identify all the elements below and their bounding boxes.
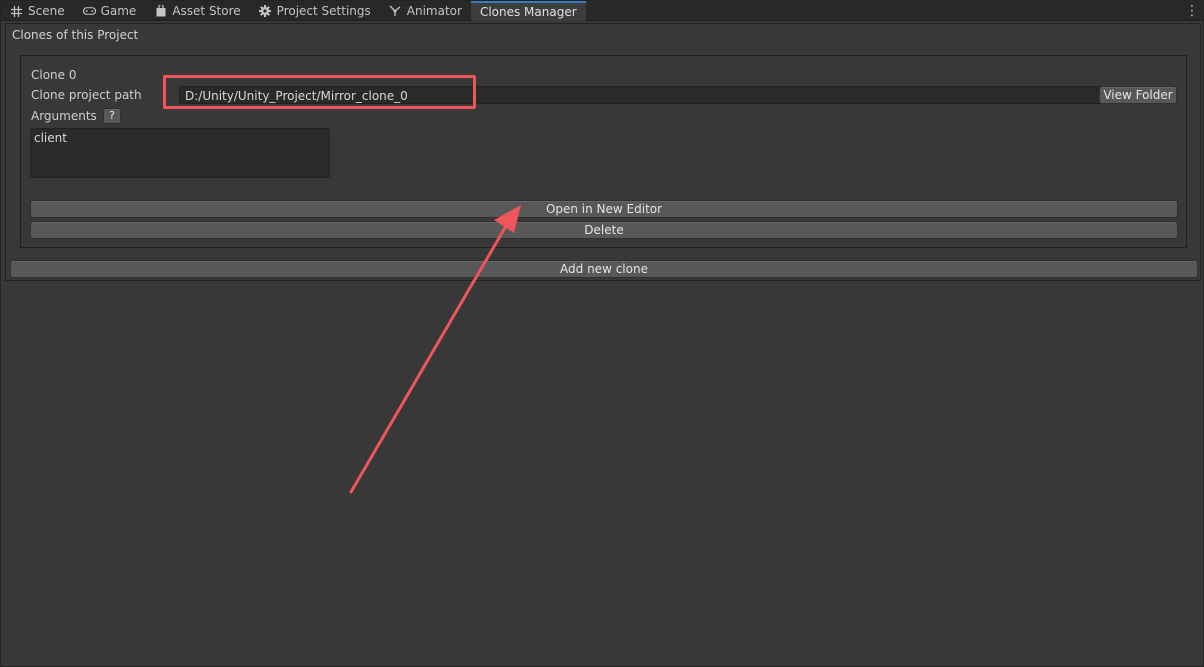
tab-label: Clones Manager: [479, 5, 577, 19]
tab-label: Game: [100, 4, 137, 18]
open-in-new-editor-button[interactable]: Open in New Editor: [30, 200, 1178, 218]
help-button[interactable]: ?: [103, 108, 121, 124]
tab-scene[interactable]: Scene: [1, 1, 74, 21]
gamepad-icon: [82, 5, 96, 18]
tab-asset-store[interactable]: Asset Store: [145, 1, 249, 21]
panel-title: Clones of this Project: [12, 28, 139, 42]
tab-game[interactable]: Game: [74, 1, 146, 21]
view-folder-button[interactable]: View Folder: [1099, 86, 1177, 104]
add-new-clone-button[interactable]: Add new clone: [10, 260, 1198, 278]
tab-animator[interactable]: Animator: [380, 1, 471, 21]
tab-bar: Scene Game Asset Store Project Settings …: [1, 1, 1204, 21]
clone-name: Clone 0: [31, 68, 77, 82]
tab-label: Animator: [406, 4, 462, 18]
delete-button[interactable]: Delete: [30, 221, 1178, 239]
clone-entry: Clone 0 Clone project path D:/Unity/Unit…: [20, 55, 1187, 248]
animator-icon: [389, 5, 402, 18]
tab-label: Project Settings: [276, 4, 371, 18]
grid-icon: [10, 5, 23, 18]
clone-path-label: Clone project path: [31, 88, 142, 102]
shopping-bag-icon: [154, 5, 167, 18]
arguments-label: Arguments: [31, 109, 97, 123]
clones-panel: Clones of this Project Clone 0 Clone pro…: [5, 23, 1201, 281]
more-options-icon[interactable]: ⋮: [1185, 2, 1199, 20]
arguments-textarea[interactable]: client: [30, 128, 330, 178]
clone-path-field[interactable]: D:/Unity/Unity_Project/Mirror_clone_0: [179, 86, 1109, 104]
tab-label: Scene: [28, 4, 65, 18]
editor-window: Scene Game Asset Store Project Settings …: [0, 0, 1204, 667]
tab-clones-manager[interactable]: Clones Manager: [470, 1, 586, 21]
tab-project-settings[interactable]: Project Settings: [250, 1, 380, 21]
tab-label: Asset Store: [172, 4, 241, 18]
gear-icon: [259, 5, 272, 18]
